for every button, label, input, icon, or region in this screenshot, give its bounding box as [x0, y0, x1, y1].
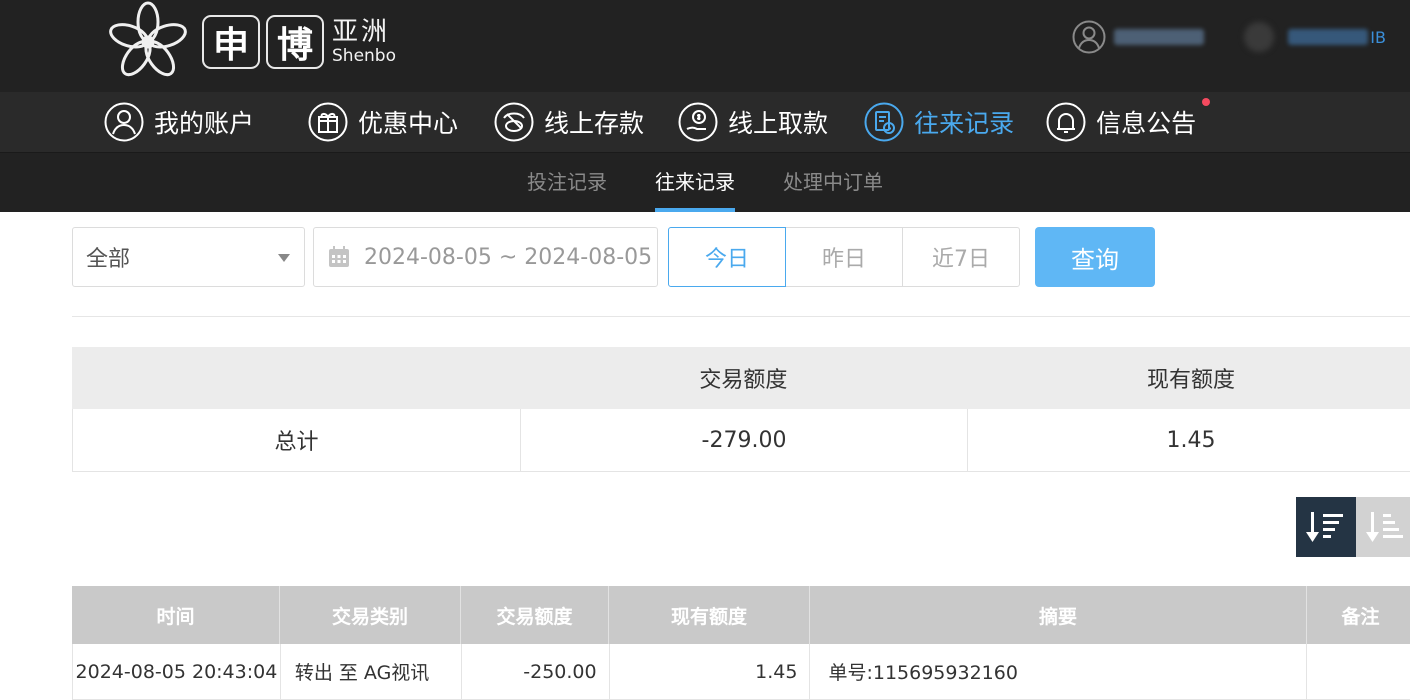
- quick-7days-button[interactable]: 近7日: [902, 227, 1020, 287]
- divider: [72, 316, 1410, 317]
- col-header-type[interactable]: 交易类别: [280, 586, 461, 644]
- balance-icon: [1244, 22, 1275, 52]
- gift-icon: [308, 102, 348, 142]
- logo-wordmark: 亚洲 Shenbo: [332, 19, 396, 65]
- sort-descending-icon: [1306, 512, 1343, 542]
- query-button[interactable]: 查询: [1035, 227, 1155, 287]
- summary-table: 交易额度 现有额度 总计 -279.00 1.45: [72, 347, 1410, 472]
- tab-pending-orders[interactable]: 处理中订单: [783, 153, 883, 212]
- sort-toggle: [1296, 497, 1410, 557]
- logo-char-box: 申: [202, 15, 260, 69]
- summary-total-label: 总计: [274, 430, 319, 455]
- avatar-icon[interactable]: [1072, 20, 1106, 54]
- notification-badge: [1202, 98, 1211, 106]
- caret-down-icon: [278, 254, 290, 262]
- summary-transaction-total: -279.00: [520, 409, 967, 471]
- records-header: 时间 交易类别 交易额度 现有额度 摘要 备注: [72, 586, 1410, 644]
- summary-header-cell: [72, 347, 520, 409]
- nav-label: 往来记录: [914, 109, 1015, 138]
- summary-current-balance: 1.45: [967, 409, 1410, 471]
- type-select-value: 全部: [86, 247, 131, 272]
- col-header-balance[interactable]: 现有额度: [609, 586, 810, 644]
- calendar-icon: [329, 246, 349, 267]
- logo-cn-text: 亚洲: [332, 17, 391, 47]
- masked-username: [1114, 29, 1205, 45]
- col-header-amount[interactable]: 交易额度: [461, 586, 609, 644]
- nav-label: 我的账户: [154, 109, 255, 138]
- col-header-remarks[interactable]: 备注: [1307, 586, 1410, 644]
- quick-yesterday-button[interactable]: 昨日: [785, 227, 903, 287]
- logo-en-text: Shenbo: [332, 46, 396, 66]
- tab-bet-records[interactable]: 投注记录: [527, 153, 607, 212]
- summary-header-cell: 交易额度: [699, 368, 788, 393]
- col-header-summary[interactable]: 摘要: [810, 586, 1307, 644]
- date-range-value: 2024-08-05 ~ 2024-08-05: [364, 244, 653, 270]
- bell-icon: [1046, 102, 1086, 142]
- nav-label: 信息公告: [1096, 109, 1197, 138]
- masked-balance: [1288, 29, 1369, 45]
- logo-char-box: 博: [266, 15, 324, 69]
- withdraw-icon: [678, 102, 718, 142]
- user-area: IB: [1072, 20, 1386, 54]
- nav-my-account[interactable]: 我的账户: [104, 102, 254, 142]
- main-nav: 我的账户 优惠中心 线上存款 线上取款 往来记录 信息公告: [0, 92, 1410, 153]
- nav-records[interactable]: 往来记录: [864, 102, 1014, 142]
- sort-desc-button[interactable]: [1296, 497, 1356, 557]
- sort-ascending-icon: [1366, 512, 1403, 542]
- flower-logo-icon: [109, 1, 187, 77]
- records-table: 时间 交易类别 交易额度 现有额度 摘要 备注 2024-08-05 20:43…: [72, 586, 1410, 700]
- quick-today-button[interactable]: 今日: [668, 227, 786, 287]
- sort-asc-button[interactable]: [1356, 497, 1410, 557]
- date-range-picker[interactable]: 2024-08-05 ~ 2024-08-05: [313, 227, 658, 287]
- deposit-icon: [494, 102, 534, 142]
- type-select[interactable]: 全部: [72, 227, 305, 287]
- user-icon: [104, 102, 144, 142]
- summary-header-cell: 现有额度: [1146, 368, 1235, 393]
- top-header: 申 博 亚洲 Shenbo IB: [0, 0, 1410, 92]
- col-header-time[interactable]: 时间: [72, 586, 280, 644]
- nav-promotions[interactable]: 优惠中心: [308, 102, 458, 142]
- brand-logo[interactable]: 申 博 亚洲 Shenbo: [100, 0, 396, 84]
- nav-deposit[interactable]: 线上存款: [494, 102, 644, 142]
- nav-label: 优惠中心: [358, 109, 459, 138]
- quick-range-group: 今日 昨日 近7日: [668, 227, 1020, 287]
- nav-announcements[interactable]: 信息公告: [1046, 98, 1211, 142]
- nav-label: 线上取款: [728, 109, 829, 138]
- summary-header: 交易额度 现有额度: [72, 347, 1410, 409]
- records-icon: [864, 102, 904, 142]
- nav-withdraw[interactable]: 线上取款: [678, 102, 828, 142]
- nav-label: 线上存款: [544, 109, 645, 138]
- filter-bar: 全部 2024-08-05 ~ 2024-08-05 今日 昨日 近7日 查询: [72, 227, 1155, 287]
- tab-transaction-records[interactable]: 往来记录: [655, 153, 735, 212]
- summary-row: 总计 -279.00 1.45: [72, 409, 1410, 472]
- sub-nav: 投注记录 往来记录 处理中订单: [0, 153, 1410, 212]
- balance-suffix: IB: [1370, 27, 1386, 47]
